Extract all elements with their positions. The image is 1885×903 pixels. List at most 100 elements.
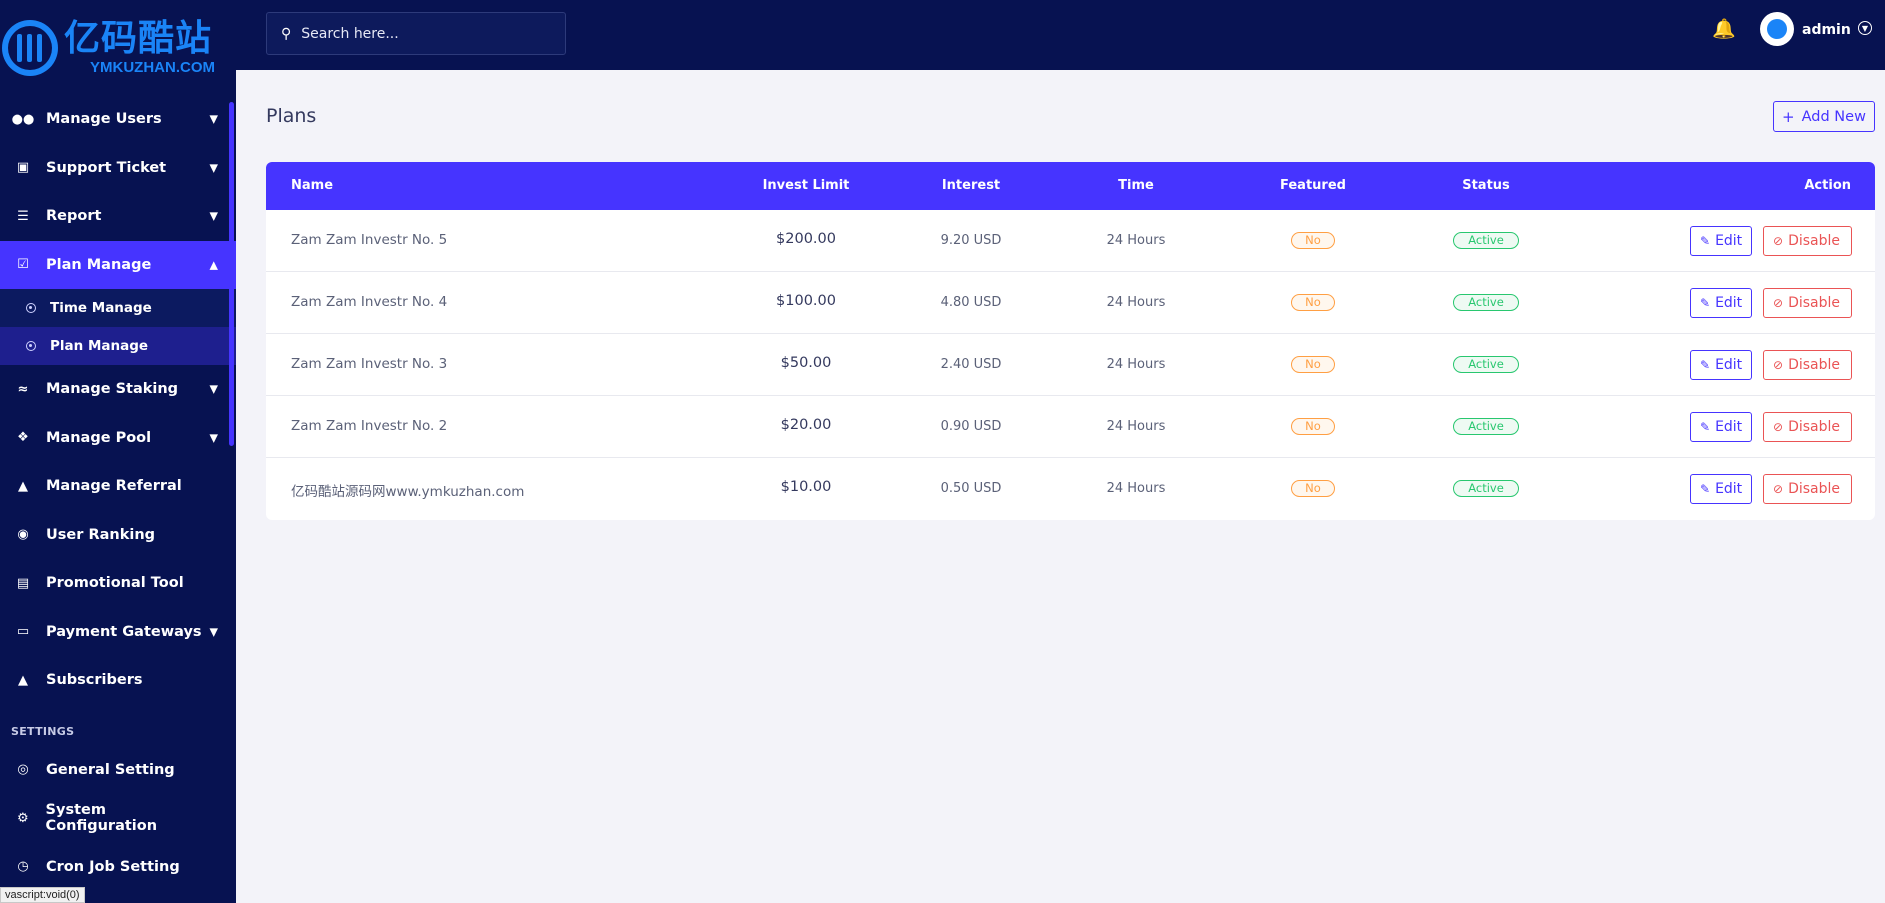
sidebar-item-label: Payment Gateways: [46, 623, 202, 640]
clipboard-icon: ☑: [17, 257, 29, 273]
column-header-name: Name: [291, 178, 334, 193]
sidebar-item-label: Manage Users: [46, 111, 162, 128]
sidebar-item-label: Manage Pool: [46, 429, 152, 446]
chart-line-icon: ≈: [17, 381, 29, 397]
user-name[interactable]: admin: [1802, 22, 1851, 38]
search-icon: ⚲: [281, 25, 292, 42]
disable-button[interactable]: ⊘ Disable: [1763, 474, 1852, 504]
sidebar-menu: ●● Manage Users ▼ ▣ Support Ticket ▼ ☰ R…: [0, 95, 236, 891]
sidebar-item-payment-gateways[interactable]: ▭ Payment Gateways ▼: [0, 608, 236, 657]
status-badge: Active: [1453, 232, 1519, 249]
table-row: Zam Zam Investr No. 2 $20.00 0.90 USD 24…: [266, 396, 1875, 458]
sidebar-item-manage-users[interactable]: ●● Manage Users ▼: [0, 95, 236, 144]
sidebar-item-label: Manage Referral: [46, 478, 182, 495]
chevron-down-icon[interactable]: ▼: [1858, 21, 1872, 35]
add-new-label: Add New: [1801, 108, 1866, 125]
chevron-down-icon: ▼: [209, 431, 218, 445]
sidebar-item-label: Promotional Tool: [46, 575, 184, 592]
avatar[interactable]: [1760, 12, 1794, 46]
plan-name: Zam Zam Investr No. 5: [291, 232, 448, 248]
sidebar-item-manage-referral[interactable]: ▲ Manage Referral: [0, 462, 236, 511]
sidebar-item-plan-manage[interactable]: ☑ Plan Manage ▲: [0, 240, 236, 289]
chevron-down-icon: ▼: [209, 161, 218, 175]
edit-button[interactable]: ✎ Edit: [1690, 474, 1752, 504]
plans-table: Name Invest Limit Interest Time Featured…: [266, 162, 1875, 520]
interest: 0.50 USD: [940, 481, 1002, 496]
pencil-icon: ✎: [1700, 234, 1711, 248]
column-header-interest: Interest: [941, 178, 1001, 193]
edit-button[interactable]: ✎ Edit: [1690, 412, 1752, 442]
sidebar-item-system-configuration[interactable]: ⚙ System Configuration: [0, 794, 236, 843]
column-header-time: Time: [1118, 178, 1154, 193]
sidebar-item-label: System Configuration: [45, 802, 158, 835]
status-badge: Active: [1453, 480, 1519, 497]
sidebar: 亿码酷站 YMKUZHAN.COM ●● Manage Users ▼ ▣ Su…: [0, 0, 236, 903]
time: 24 Hours: [1106, 233, 1166, 248]
settings-section-label: SETTINGS: [11, 724, 75, 738]
sidebar-item-manage-staking[interactable]: ≈ Manage Staking ▼: [0, 365, 236, 414]
logo-text-en: YMKUZHAN.COM: [90, 58, 215, 76]
add-new-button[interactable]: + Add New: [1773, 101, 1875, 132]
edit-button[interactable]: ✎ Edit: [1690, 226, 1752, 256]
plan-name: 亿码酷站源码网www.ymkuzhan.com: [291, 484, 525, 500]
sidebar-item-cron-job-setting[interactable]: ◷ Cron Job Setting: [0, 843, 236, 892]
disable-button[interactable]: ⊘ Disable: [1763, 226, 1852, 256]
ticket-icon: ▣: [16, 160, 30, 176]
sidebar-item-support-ticket[interactable]: ▣ Support Ticket ▼: [0, 144, 236, 193]
plus-icon: +: [1782, 107, 1795, 126]
featured-badge: No: [1291, 294, 1335, 311]
featured-badge: No: [1291, 356, 1335, 373]
logo-text-cn: 亿码酷站: [64, 17, 213, 59]
users-icon: ●●: [11, 111, 35, 127]
sidebar-item-report[interactable]: ☰ Report ▼: [0, 192, 236, 241]
disable-button[interactable]: ⊘ Disable: [1763, 288, 1852, 318]
sidebar-item-subscribers[interactable]: ▲ Subscribers: [0, 656, 236, 705]
interest: 4.80 USD: [940, 295, 1002, 310]
column-header-featured: Featured: [1280, 178, 1346, 193]
sidebar-item-user-ranking[interactable]: ◉ User Ranking: [0, 511, 236, 560]
sidebar-subitem-label: Time Manage: [50, 300, 152, 316]
status-badge: Active: [1453, 294, 1519, 311]
medal-icon: ◉: [17, 527, 29, 543]
sidebar-item-general-setting[interactable]: ◎ General Setting: [0, 746, 236, 795]
chevron-up-icon: ▲: [209, 258, 218, 272]
life-ring-icon: ◎: [17, 762, 29, 778]
disable-button[interactable]: ⊘ Disable: [1763, 350, 1852, 380]
table-row: Zam Zam Investr No. 3 $50.00 2.40 USD 24…: [266, 334, 1875, 396]
gear-icon: ⚙: [16, 810, 29, 826]
search-box[interactable]: ⚲: [266, 12, 566, 55]
credit-card-icon: ▭: [16, 624, 30, 640]
eye-slash-icon: ⊘: [1773, 482, 1784, 496]
sidebar-subitem-time-manage[interactable]: Time Manage: [0, 289, 236, 327]
time: 24 Hours: [1106, 481, 1166, 496]
time: 24 Hours: [1106, 419, 1166, 434]
eye-slash-icon: ⊘: [1773, 234, 1784, 248]
thumbs-up-icon: ▲: [18, 672, 28, 688]
tree-icon: ▲: [18, 478, 28, 494]
sidebar-item-label: User Ranking: [46, 526, 156, 543]
status-badge: Active: [1453, 356, 1519, 373]
topbar: ⚲ 🔔 admin ▼: [236, 0, 1885, 70]
sidebar-scrollbar[interactable]: [229, 102, 234, 446]
column-header-status: Status: [1462, 178, 1510, 193]
plan-name: Zam Zam Investr No. 3: [291, 356, 448, 372]
disable-button[interactable]: ⊘ Disable: [1763, 412, 1852, 442]
sidebar-item-manage-pool[interactable]: ❖ Manage Pool ▼: [0, 414, 236, 463]
table-row: 亿码酷站源码网www.ymkuzhan.com $10.00 0.50 USD …: [266, 458, 1875, 520]
search-input[interactable]: [301, 25, 542, 42]
chevron-down-icon: ▼: [209, 112, 218, 126]
logo[interactable]: 亿码酷站 YMKUZHAN.COM: [0, 0, 236, 95]
sidebar-item-label: Subscribers: [46, 672, 143, 689]
circle-dot-icon: [26, 341, 36, 351]
bell-icon[interactable]: 🔔: [1712, 17, 1736, 40]
edit-button[interactable]: ✎ Edit: [1690, 288, 1752, 318]
sidebar-subitem-plan-manage[interactable]: Plan Manage: [0, 327, 236, 365]
status-bar-url: vascript:void(0): [0, 887, 85, 903]
sidebar-item-promotional-tool[interactable]: ▤ Promotional Tool: [0, 559, 236, 608]
invest-limit: $100.00: [776, 293, 836, 309]
plan-name: Zam Zam Investr No. 2: [291, 418, 448, 434]
cubes-icon: ❖: [17, 430, 29, 446]
edit-button[interactable]: ✎ Edit: [1690, 350, 1752, 380]
column-header-action: Action: [1804, 178, 1851, 193]
logo-mark-icon: [2, 19, 58, 76]
